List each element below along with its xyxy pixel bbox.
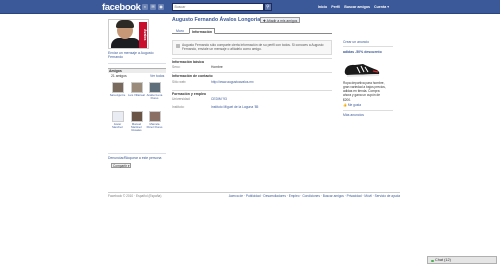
ad-shoe-image[interactable] — [343, 61, 381, 78]
nav-home[interactable]: Inicio — [318, 5, 327, 9]
report-block-link[interactable]: Denunciar/Bloquear a este persona — [108, 156, 168, 160]
profile-name: Augusto Fernando Ávalos Longoria — [172, 17, 261, 23]
university-link[interactable]: CEDIM '93 — [211, 97, 227, 101]
nav-account[interactable]: Cuenta ▾ — [374, 5, 389, 9]
website-link[interactable]: http://www.augustoavalos.mx — [211, 80, 254, 84]
lock-icon — [176, 44, 180, 48]
ad-title[interactable]: adidas -50% descuento — [343, 50, 393, 54]
profile-picture-banner: Ávalos — [139, 22, 147, 48]
online-status-icon — [431, 259, 434, 262]
search-input[interactable]: Buscar — [172, 3, 264, 11]
footer-links[interactable]: Acerca de · Publicidad · Desarrolladores… — [229, 194, 400, 198]
notifications-icon[interactable]: ◉ — [158, 3, 164, 10]
friend-name: Marcela Pérez Flores — [146, 121, 163, 129]
ad-like-link[interactable]: 👍 Me gusta — [343, 103, 361, 107]
send-message-link[interactable]: Enviar un mensaje a Augusto Fernando — [108, 51, 154, 60]
tab-info[interactable]: Información — [189, 28, 216, 34]
tab-wall[interactable]: Muro — [174, 28, 186, 34]
more-ads-link[interactable]: Más anuncios — [343, 113, 393, 117]
education-title: Formación y empleo — [172, 90, 332, 96]
friend-name: Javier Sánchez — [112, 121, 123, 129]
privacy-notice: Augusto Fernando sólo comparte cierta in… — [172, 40, 332, 55]
friend-tile[interactable]: Anabel Luna Flores — [146, 82, 163, 100]
friend-photo — [130, 82, 143, 93]
page-footer: Facebook © 2010 · Español (España) Acerc… — [108, 192, 400, 198]
friends-count[interactable]: 21 amigos — [111, 74, 127, 78]
friend-tile[interactable]: Sara Aguirre — [109, 82, 126, 97]
add-friend-label: Añadir a mis amigos — [266, 18, 298, 23]
friend-name: Anabel Luna Flores — [146, 92, 163, 100]
friend-tile[interactable]: Javier Sánchez — [109, 111, 126, 129]
ad-body: Ropa deportiva para hombre, gran varieda… — [343, 81, 386, 102]
footer-copyright[interactable]: Facebook © 2010 · Español (España) — [108, 194, 161, 198]
school-label: Instituto: — [172, 105, 185, 109]
friend-tile[interactable]: Manuel Martinez Rosales — [128, 111, 145, 132]
friend-photo — [148, 111, 161, 122]
privacy-notice-text: Augusto Fernando sólo comparte cierta in… — [182, 43, 324, 52]
friends-box-header: Amigos — [108, 68, 166, 73]
top-navbar: facebook ◖ ✉ ◉ Buscar ⚲ Inicio Perfil Bu… — [0, 0, 500, 14]
facebook-logo[interactable]: facebook — [102, 2, 141, 14]
search-icon[interactable]: ⚲ — [264, 3, 272, 11]
profile-tabs: Muro Información — [172, 27, 332, 34]
ad-like-label: Me gusta — [347, 103, 361, 107]
friend-photo — [130, 111, 143, 122]
top-nav-links: Inicio Perfil Buscar amigos Cuenta ▾ — [318, 5, 389, 9]
add-friend-button[interactable]: ✚ Añadir a mis amigos — [260, 16, 301, 23]
website-label: Sitio web: — [172, 80, 187, 84]
school-link[interactable]: Instituto Miguel de la Laguna '85 — [211, 105, 258, 109]
divider — [343, 46, 393, 47]
divider — [108, 63, 166, 64]
messages-icon[interactable]: ✉ — [150, 3, 156, 10]
nav-profile[interactable]: Perfil — [331, 5, 340, 9]
nav-find-friends[interactable]: Buscar amigos — [344, 5, 370, 9]
profile-picture-hair — [116, 20, 134, 28]
chat-bar[interactable]: Chat (12) — [427, 256, 497, 264]
friend-name: Manuel Martinez Rosales — [131, 121, 142, 132]
divider — [108, 153, 166, 154]
divider — [343, 110, 393, 111]
friend-name: Sara Aguirre — [109, 92, 126, 97]
profile-picture-body — [111, 38, 141, 48]
friend-requests-icon[interactable]: ◖ — [142, 3, 148, 10]
see-all-friends-link[interactable]: Ver todos — [150, 74, 164, 78]
friend-photo — [111, 82, 124, 93]
friend-photo — [148, 82, 161, 93]
chat-label: Chat (12) — [435, 258, 451, 262]
sex-value: Hombre — [211, 65, 223, 69]
create-ad-link[interactable]: Crear un anuncio — [343, 40, 393, 44]
friend-name: Luis Villarreal — [128, 92, 145, 97]
contact-info-title: Información de contacto — [172, 72, 332, 78]
university-label: Universidad: — [172, 97, 191, 101]
basic-info-title: Información básica — [172, 58, 332, 64]
friend-tile[interactable]: Luis Villarreal — [128, 82, 145, 97]
share-button[interactable]: Compartir ▾ — [111, 163, 131, 168]
sex-label: Sexo: — [172, 65, 181, 69]
profile-picture[interactable]: Ávalos — [108, 19, 149, 49]
friend-photo — [111, 111, 124, 122]
friend-tile[interactable]: Marcela Pérez Flores — [146, 111, 163, 129]
